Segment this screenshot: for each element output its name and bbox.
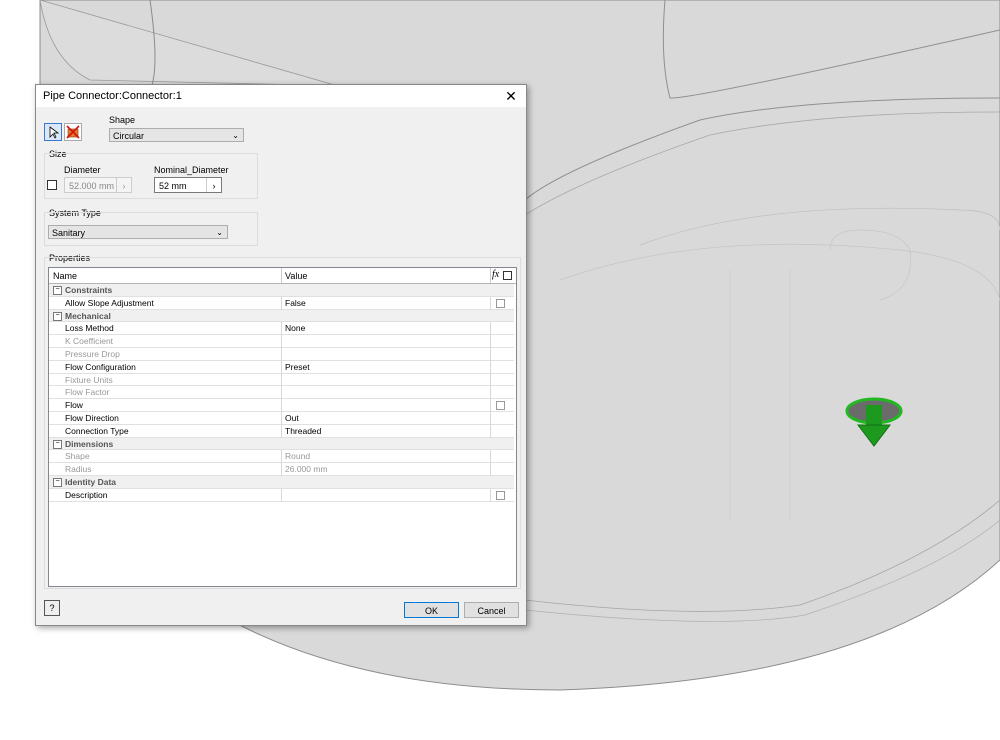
exclude-geometry-button[interactable] <box>64 123 82 141</box>
property-name: Connection Type <box>65 425 129 436</box>
property-row[interactable]: Connection Type Threaded <box>49 424 514 438</box>
properties-grid[interactable]: Name Value fx − Constraints Allow Slope Ad… <box>48 267 517 587</box>
column-header-value[interactable]: Value <box>285 271 307 281</box>
formula-checkbox[interactable] <box>496 401 505 411</box>
property-value[interactable]: None <box>285 322 305 335</box>
help-button[interactable]: ? <box>44 600 60 616</box>
property-name: Allow Slope Adjustment <box>65 297 154 308</box>
shape-dropdown[interactable]: Circular ⌄ <box>109 128 244 142</box>
close-button[interactable]: ✕ <box>496 85 526 107</box>
property-row[interactable]: Description <box>49 488 514 502</box>
property-name: Shape <box>65 451 90 462</box>
collapse-icon[interactable]: − <box>53 286 62 295</box>
property-name: K Coefficient <box>65 336 114 347</box>
category-row[interactable]: − Identity Data <box>49 476 514 489</box>
property-value[interactable]: Round <box>285 450 310 463</box>
category-row[interactable]: − Mechanical <box>49 309 514 323</box>
category-label: Identity Data <box>65 477 117 487</box>
property-row[interactable]: Loss Method None <box>49 322 514 336</box>
system-type-dropdown[interactable]: Sanitary ⌄ <box>48 225 228 239</box>
diameter-label: Diameter <box>64 165 101 175</box>
property-row[interactable]: Flow <box>49 399 514 412</box>
property-name: Flow Factor <box>65 387 110 398</box>
pointer-icon <box>49 126 60 139</box>
category-label: Constraints <box>65 285 113 295</box>
property-value[interactable]: 26.000 mm <box>285 463 328 476</box>
diameter-checkbox[interactable] <box>47 180 57 190</box>
nominal-diameter-label: Nominal_Diameter <box>154 165 229 175</box>
property-name: Description <box>65 489 108 500</box>
property-row[interactable]: Radius 26.000 mm <box>49 463 514 476</box>
property-name: Flow Direction <box>65 413 119 423</box>
grid-header: Name Value fx <box>49 268 516 284</box>
nominal-diameter-value: 52 mm <box>159 181 187 191</box>
pipe-connector-dialog: Pipe Connector:Connector:1 ✕ Shape Circu… <box>35 84 527 626</box>
fx-icon: fx <box>492 269 500 280</box>
property-value[interactable]: False <box>285 297 306 310</box>
shape-label: Shape <box>109 115 136 125</box>
collapse-icon[interactable]: − <box>53 439 62 449</box>
property-row[interactable]: K Coefficient <box>49 335 514 348</box>
property-row[interactable]: Pressure Drop <box>49 348 514 361</box>
dialog-titlebar[interactable]: Pipe Connector:Connector:1 ✕ <box>36 85 526 107</box>
shape-dropdown-value: Circular <box>113 131 145 141</box>
property-row[interactable]: Flow Direction Out <box>49 412 514 425</box>
system-type-value: Sanitary <box>52 228 86 238</box>
property-value[interactable]: Threaded <box>285 425 321 438</box>
category-label: Dimensions <box>65 438 114 449</box>
exclude-icon <box>66 125 80 139</box>
category-row[interactable]: − Constraints <box>49 284 514 297</box>
property-value[interactable]: Out <box>285 412 299 425</box>
property-row[interactable]: Shape Round <box>49 450 514 464</box>
diameter-field[interactable]: 52.000 mm › <box>64 177 132 193</box>
fx-header-checkbox[interactable] <box>503 271 512 280</box>
collapse-icon[interactable]: − <box>53 311 62 321</box>
chevron-down-icon: ⌄ <box>232 131 239 140</box>
select-pointer-button[interactable] <box>44 123 62 141</box>
category-row[interactable]: − Dimensions <box>49 437 514 451</box>
dialog-title: Pipe Connector:Connector:1 <box>43 90 182 102</box>
diameter-value: 52.000 mm <box>69 181 115 191</box>
chevron-right-icon[interactable]: › <box>116 178 131 192</box>
property-name: Flow Configuration <box>65 361 136 372</box>
property-name: Radius <box>65 464 92 475</box>
property-row[interactable]: Flow Configuration Preset <box>49 360 514 374</box>
nominal-diameter-field[interactable]: 52 mm › <box>154 177 222 193</box>
collapse-icon[interactable]: − <box>53 478 62 487</box>
formula-checkbox[interactable] <box>496 298 505 308</box>
property-row[interactable]: Allow Slope Adjustment False <box>49 296 514 310</box>
property-name: Pressure Drop <box>65 349 120 359</box>
ok-button[interactable]: OK <box>404 602 459 618</box>
chevron-down-icon: ⌄ <box>216 228 223 237</box>
property-name: Fixture Units <box>65 374 113 385</box>
property-name: Loss Method <box>65 323 114 334</box>
property-row[interactable]: Flow Factor <box>49 386 514 400</box>
cancel-button[interactable]: Cancel <box>464 602 519 618</box>
property-row[interactable]: Fixture Units <box>49 373 514 387</box>
chevron-right-icon[interactable]: › <box>206 178 221 192</box>
property-name: Flow <box>65 400 83 411</box>
formula-checkbox[interactable] <box>496 490 505 500</box>
category-label: Mechanical <box>65 310 111 321</box>
property-value[interactable]: Preset <box>285 361 310 374</box>
column-header-name[interactable]: Name <box>53 271 77 281</box>
